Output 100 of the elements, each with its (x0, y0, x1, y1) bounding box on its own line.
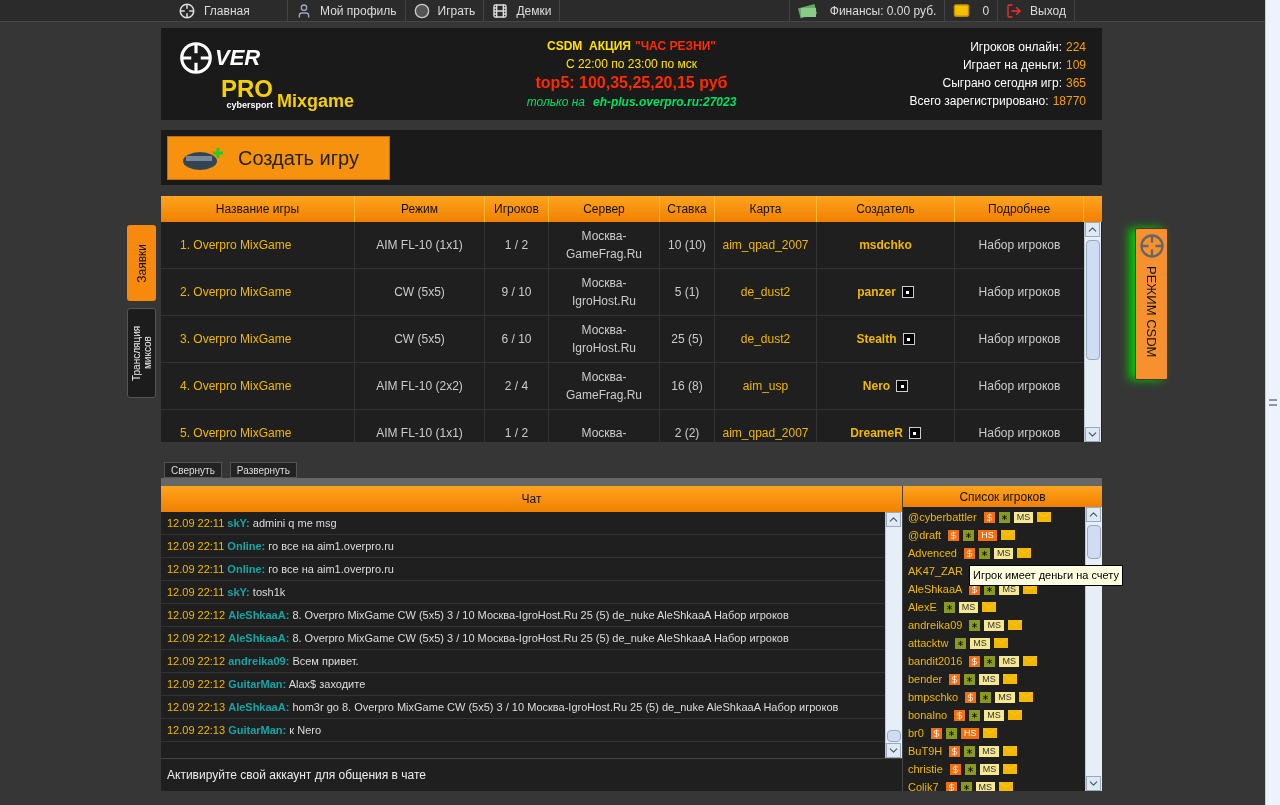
table-cell: 2 / 4 (485, 363, 549, 409)
envelope-icon[interactable] (1018, 692, 1033, 702)
scroll-down-icon[interactable] (1085, 427, 1100, 442)
game-name-link[interactable]: 2. Overpro MixGame (161, 269, 355, 315)
stat-label: Игроков онлайн: (970, 39, 1062, 56)
panel-header: Чат (161, 486, 902, 512)
stat-value: 224 (1065, 39, 1086, 56)
table-cell: 9 / 10 (485, 269, 549, 315)
envelope-icon[interactable] (1003, 764, 1018, 774)
ball-icon (413, 2, 430, 19)
envelope-icon[interactable] (1022, 656, 1037, 666)
player-name-link[interactable]: br0 (908, 724, 924, 742)
table-cell: CW (5x5) (355, 316, 485, 362)
side-tab[interactable]: Заявки (127, 225, 156, 301)
details-link[interactable]: Набор игроков (955, 222, 1084, 268)
envelope-icon[interactable] (993, 638, 1008, 648)
rank-badge: MS (984, 709, 1004, 721)
logo-subtitle: cybersport (226, 100, 273, 110)
promo-note: только на (526, 94, 585, 111)
server-address: eh-plus.overpro.ru:27023 (592, 94, 737, 111)
game-name-link[interactable]: 1. Overpro MixGame (161, 222, 355, 268)
envelope-icon[interactable] (1037, 512, 1052, 522)
player-name-link[interactable]: bender (908, 670, 943, 688)
map-link[interactable]: de_dust2 (715, 316, 817, 362)
nav-link[interactable]: Играть (405, 0, 485, 21)
envelope-icon[interactable] (982, 602, 997, 612)
creator-link[interactable]: DreameR (850, 424, 903, 442)
page-scrollbar[interactable] (1265, 0, 1280, 805)
map-link[interactable]: aim_qpad_2007 (715, 410, 817, 442)
table-cell: CW (5x5) (355, 269, 485, 315)
toggle-button[interactable]: Развернуть (229, 462, 297, 478)
toggle-button[interactable]: Свернуть (164, 462, 222, 478)
chat-message: 12.09 22:12 GuitarMan: Alax$ заходите (161, 672, 885, 696)
envelope-icon[interactable] (1002, 746, 1017, 756)
player-name-link[interactable]: christie (908, 760, 943, 778)
game-name-link[interactable]: 3. Overpro MixGame (161, 316, 355, 362)
creator-link[interactable]: Stealth (856, 330, 897, 348)
envelope-icon[interactable] (999, 782, 1014, 791)
rank-badge: MS (979, 763, 1000, 775)
creator-link[interactable]: msdchko (859, 236, 912, 254)
player-name-link[interactable]: attacktw (908, 634, 949, 652)
details-link[interactable]: Набор игроков (955, 316, 1084, 362)
game-name-link[interactable]: 5. Overpro MixGame (161, 410, 355, 442)
details-link[interactable]: Набор игроков (955, 363, 1084, 409)
scroll-thumb[interactable] (887, 729, 901, 742)
envelope-icon[interactable] (1002, 674, 1017, 684)
scroll-up-icon[interactable] (1086, 507, 1101, 522)
finance-link[interactable]: Финансы: 0.00 руб. (788, 0, 946, 21)
nav-link[interactable]: Главная (170, 0, 288, 21)
player-name-link[interactable]: AlexE (908, 598, 937, 616)
envelope-icon[interactable] (1017, 548, 1032, 558)
table-cell: 1 / 2 (485, 222, 549, 268)
column-header: Карта (715, 196, 817, 222)
envelope-icon[interactable] (1007, 620, 1022, 630)
player-name-link[interactable]: @draft (908, 526, 942, 544)
nav-link[interactable]: Мой профиль (288, 0, 406, 21)
table-cell: Москва-GameFrag.Ru (549, 363, 660, 409)
column-header: Создатель (817, 196, 955, 222)
details-link[interactable]: Набор игроков (955, 269, 1084, 315)
player-name-link[interactable]: bandit2016 (908, 652, 963, 670)
player-name-link[interactable]: @cyberbattler (908, 508, 977, 526)
person-icon (296, 2, 312, 19)
logout-link[interactable]: Выход (998, 0, 1075, 21)
csdm-mode-button[interactable]: РЕЖИМ CSDM (1135, 228, 1168, 380)
tooltip: Игрок имеет деньги на счету (969, 565, 1124, 586)
scroll-up-icon[interactable] (1085, 222, 1100, 237)
create-game-button[interactable]: Создать игру (167, 135, 390, 180)
scroll-thumb[interactable] (1087, 525, 1101, 559)
nav-link[interactable]: Демки (484, 0, 561, 21)
envelope-icon[interactable] (1000, 530, 1015, 540)
messages-link[interactable]: 0 (945, 0, 999, 21)
game-name-link[interactable]: 4. Overpro MixGame (161, 363, 355, 409)
player-name-link[interactable]: andreika09 (908, 616, 963, 634)
rank-badge: MS (984, 619, 1004, 631)
scroll-down-icon[interactable] (1086, 776, 1101, 791)
player-name-link[interactable]: bonalno (908, 706, 948, 724)
scrollbar[interactable] (885, 511, 902, 758)
player-name-link[interactable]: AK47_ZAR (908, 562, 964, 580)
creator-link[interactable]: Nero (862, 377, 891, 395)
player-name-link[interactable]: bmpschko (908, 688, 959, 706)
chat-message: 12.09 22:11 skY: tosh1k (161, 580, 885, 604)
rank-badge: MS (975, 781, 996, 791)
player-name-link[interactable]: AleShkaaA (908, 580, 963, 598)
map-link[interactable]: aim_qpad_2007 (715, 222, 817, 268)
map-link[interactable]: de_dust2 (715, 269, 817, 315)
player-name-link[interactable]: BuT9H (908, 742, 943, 760)
map-link[interactable]: aim_usp (715, 363, 817, 409)
envelope-icon[interactable] (983, 728, 998, 738)
scroll-thumb[interactable] (1086, 240, 1100, 360)
scrollbar[interactable] (1084, 222, 1101, 442)
player-name-link[interactable]: Colik7 (908, 778, 939, 791)
chat-message: 12.09 22:11 Online: го все на aim1.overpro.ru (161, 557, 885, 581)
envelope-icon[interactable] (1007, 710, 1022, 720)
details-link[interactable]: Набор игроков (955, 410, 1084, 442)
side-tab[interactable]: Трансляция миксов (127, 308, 156, 398)
creator-link[interactable]: panzer (857, 283, 896, 301)
player-name-link[interactable]: Advenced (908, 544, 957, 562)
table-cell: AIM FL-10 (1x1) (355, 410, 485, 442)
table-cell: 1 / 2 (485, 410, 549, 442)
scroll-down-icon[interactable] (886, 743, 901, 758)
